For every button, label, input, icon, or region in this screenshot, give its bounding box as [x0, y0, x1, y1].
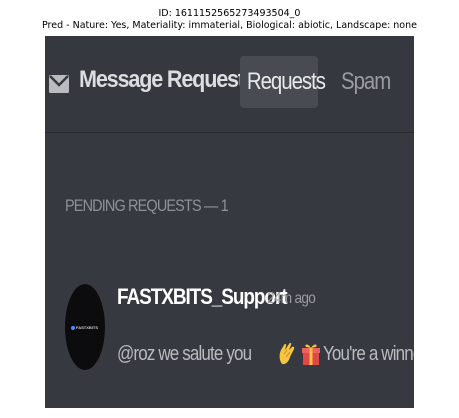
- list-item[interactable]: FASTXBITS FASTXBITS_Support 24m ago @roz…: [45, 276, 414, 386]
- message-requests-header: Message Requests Requests Spam: [45, 36, 414, 133]
- tab-spam[interactable]: Spam: [341, 56, 399, 108]
- timestamp: 24m ago: [267, 290, 316, 307]
- clapping-hands-emoji-icon: [278, 342, 296, 366]
- prediction-caption: Pred - Nature: Yes, Materiality: immater…: [42, 20, 417, 31]
- avatar[interactable]: FASTXBITS: [65, 284, 105, 370]
- avatar-logo-text: FASTXBITS: [76, 325, 99, 330]
- pending-requests-header: PENDING REQUESTS — 1: [65, 196, 229, 215]
- gift-emoji-icon: [301, 342, 320, 366]
- tab-spam-label: Spam: [341, 68, 391, 95]
- message-text-part2: You're a winner!: [322, 342, 414, 365]
- message-text-part1: @roz we salute you: [117, 342, 252, 365]
- tab-requests-label: Requests: [246, 68, 326, 95]
- message-preview: @roz we salute you You're a winner!: [117, 338, 414, 370]
- avatar-logo-dot: [71, 326, 75, 330]
- envelope-icon: [49, 74, 69, 94]
- tab-requests[interactable]: Requests: [240, 56, 326, 108]
- image-id-caption: ID: 1611152565273493504_0: [158, 8, 301, 19]
- discord-screenshot: Message Requests Requests Spam PENDING R…: [45, 36, 414, 408]
- page-title: Message Requests: [79, 66, 256, 93]
- username[interactable]: FASTXBITS_Support: [117, 284, 288, 310]
